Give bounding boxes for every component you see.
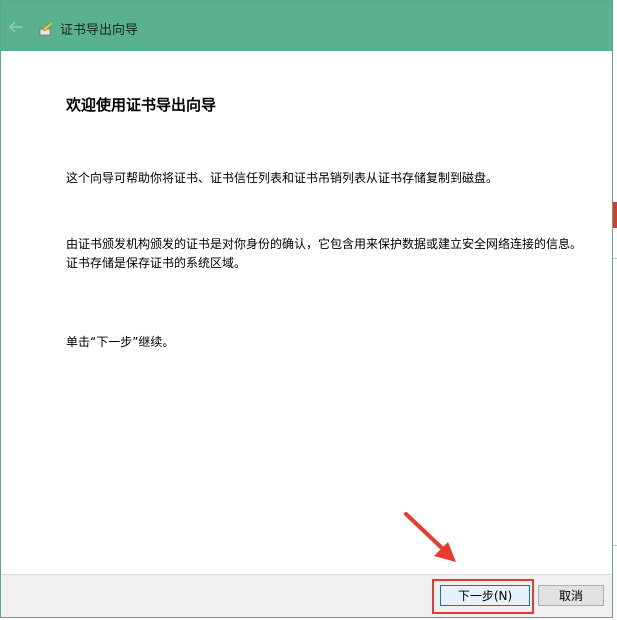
background-divider — [613, 258, 617, 259]
back-arrow-icon[interactable] — [9, 21, 23, 33]
next-button-highlight-box — [432, 579, 534, 614]
certificate-description-paragraph: 由证书颁发机构颁发的证书是对你身份的确认，它包含用来保护数据或建立安全网络连接的… — [66, 237, 583, 270]
page-heading: 欢迎使用证书导出向导 — [66, 96, 217, 114]
certificate-wizard-icon — [39, 22, 53, 36]
intro-paragraph: 这个向导可帮助你将证书、证书信任列表和证书吊销列表从证书存储复制到磁盘。 — [66, 171, 499, 185]
red-pointer-arrow-icon — [404, 512, 456, 562]
background-window-edge-mark — [613, 202, 617, 228]
cancel-button[interactable]: 取消 — [538, 585, 604, 606]
title-bar: 证书导出向导 — [1, 1, 612, 51]
wizard-content: 欢迎使用证书导出向导 这个向导可帮助你将证书、证书信任列表和证书吊销列表从证书存… — [1, 51, 612, 577]
certificate-export-wizard-window: 证书导出向导 欢迎使用证书导出向导 这个向导可帮助你将证书、证书信任列表和证书吊… — [0, 0, 613, 618]
continue-instruction: 单击“下一步”继续。 — [66, 335, 175, 349]
window-title: 证书导出向导 — [60, 23, 139, 38]
background-divider — [613, 545, 617, 546]
